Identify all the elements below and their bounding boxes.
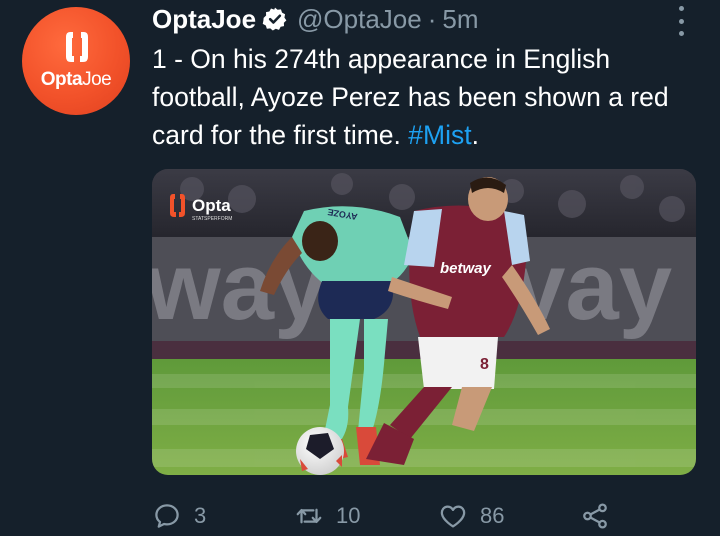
- media-sponsor: betway: [440, 260, 492, 277]
- handle[interactable]: @OptaJoe: [297, 4, 422, 35]
- reply-button[interactable]: 3: [152, 498, 206, 534]
- more-icon[interactable]: [672, 6, 690, 36]
- like-icon: [440, 505, 466, 528]
- share-button[interactable]: [580, 498, 610, 534]
- separator-dot: ·: [427, 3, 437, 34]
- hashtag-link[interactable]: #Mist: [408, 120, 471, 150]
- retweet-icon: [296, 508, 322, 524]
- media-watermark-sub: STATSPERFORM: [192, 216, 232, 222]
- reply-icon: [155, 504, 179, 528]
- tweet-trailing: .: [471, 120, 479, 150]
- like-button[interactable]: 86: [438, 498, 504, 534]
- match-photo: way vay Opta STATSPERFORM AYOZE betway 8: [152, 169, 696, 475]
- tweet-media[interactable]: way vay Opta STATSPERFORM AYOZE betway 8: [152, 169, 696, 475]
- avatar[interactable]: OptaJoe: [22, 7, 130, 115]
- retweet-count: 10: [336, 503, 361, 528]
- retweet-button[interactable]: 10: [294, 498, 360, 534]
- tweet: OptaJoe OptaJoe @OptaJoe · 5m 1 - On his…: [0, 0, 720, 536]
- share-icon: [583, 503, 607, 529]
- football: [296, 427, 344, 475]
- like-count: 86: [480, 503, 505, 528]
- player-shirt-number: 8: [480, 356, 489, 373]
- tweet-text: 1 - On his 274th appearance in English f…: [152, 40, 702, 154]
- media-watermark: Opta: [192, 196, 231, 215]
- display-name[interactable]: OptaJoe: [152, 4, 256, 35]
- avatar-label: OptaJoe: [40, 69, 112, 90]
- opta-logo-icon: [66, 32, 88, 62]
- tweet-header: OptaJoe @OptaJoe · 5m: [152, 2, 479, 36]
- reply-count: 3: [194, 503, 207, 528]
- timestamp[interactable]: 5m: [442, 4, 478, 35]
- tweet-actions: 3 10 86: [152, 498, 692, 534]
- verified-icon: [262, 7, 287, 31]
